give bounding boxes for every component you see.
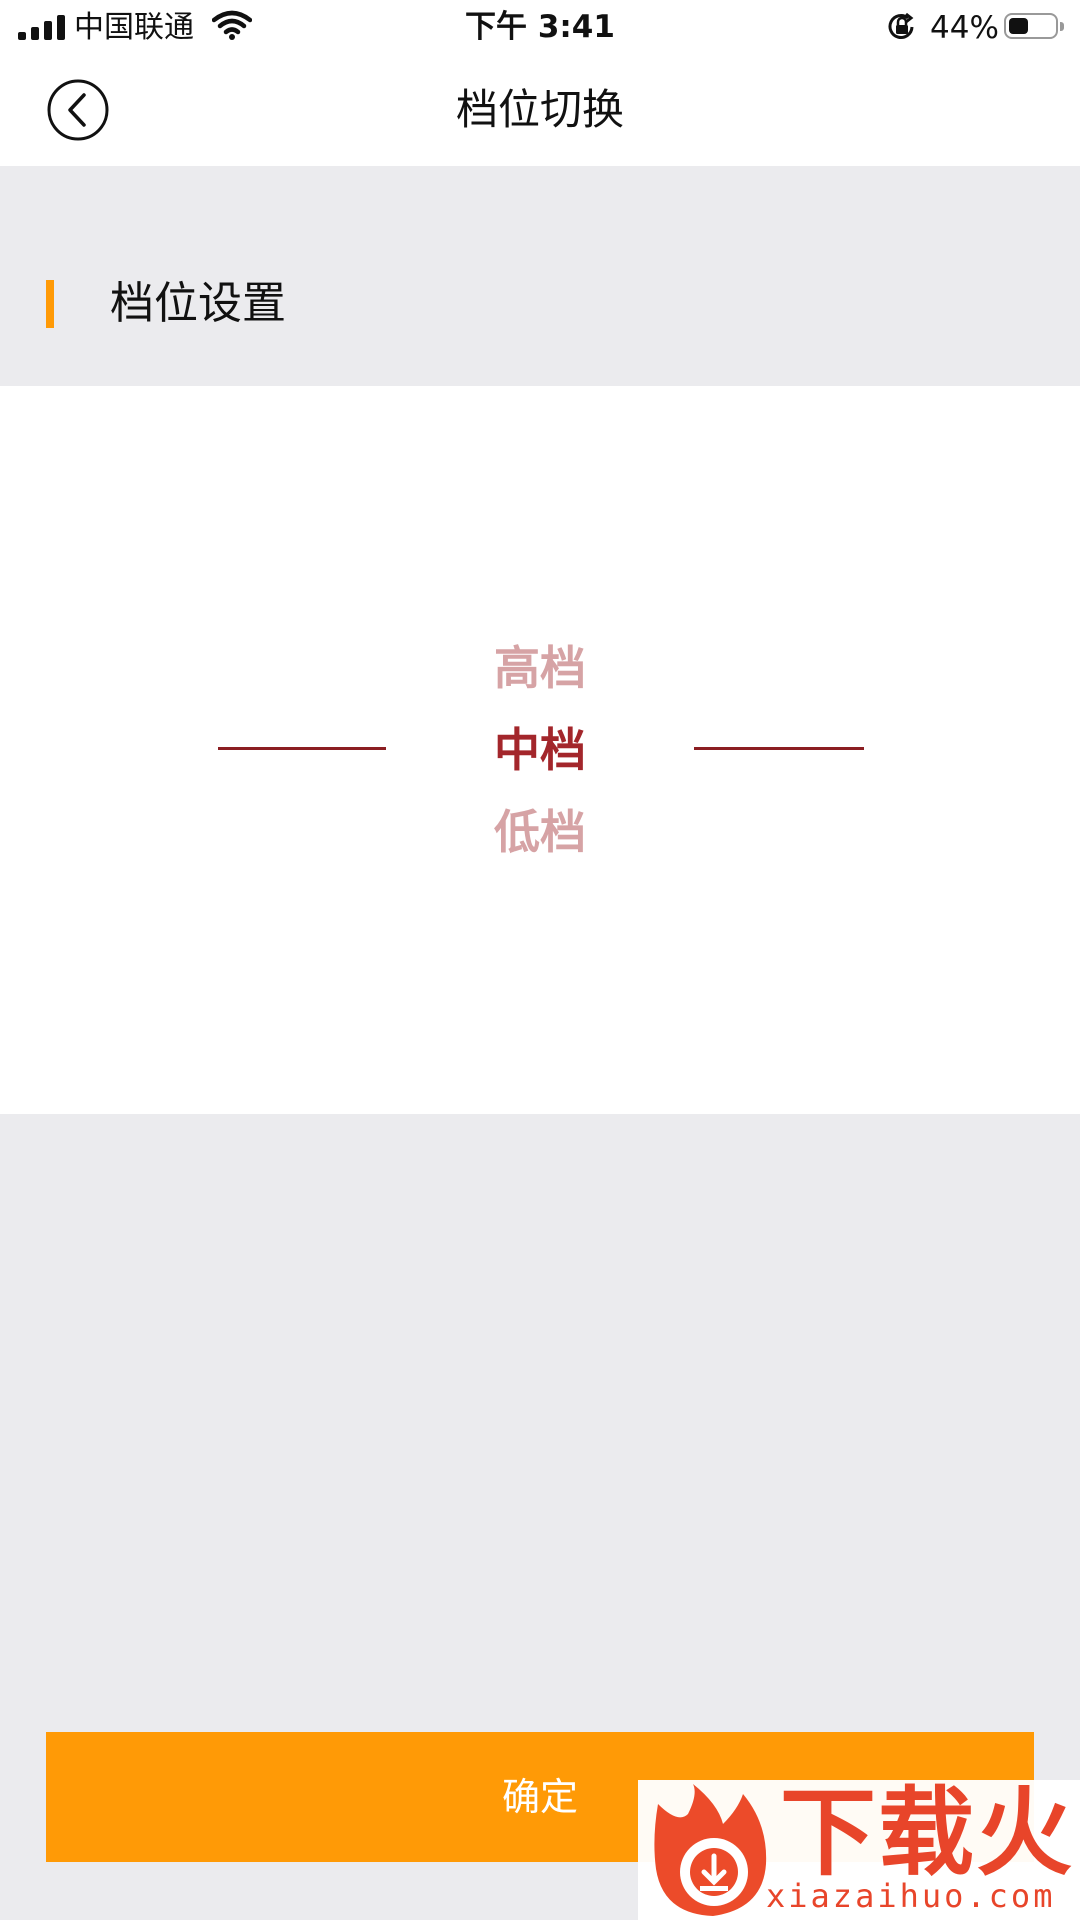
picker-option-high[interactable]: 高档 (0, 638, 1080, 698)
back-chevron-icon (47, 79, 109, 141)
section-header: 档位设置 (0, 166, 1080, 386)
status-time: 下午 3:41 (465, 9, 615, 45)
watermark-brand: 下载火 (780, 1777, 1074, 1889)
page-title: 档位切换 (455, 85, 624, 134)
section-title: 档位设置 (110, 278, 286, 329)
flame-logo-icon (648, 1784, 778, 1920)
battery-percent: 44% (930, 10, 999, 46)
watermark-logo: 下载火 xiazaihuo.com (638, 1777, 1080, 1920)
navigation-bar: 档位切换 (0, 54, 1080, 166)
gear-picker[interactable]: 高档 中档 低档 (0, 386, 1080, 1114)
battery-icon (1004, 13, 1064, 39)
status-bar: 中国联通 下午 3:41 44% (0, 0, 1080, 54)
app-screen: 中国联通 下午 3:41 44% 档位切换 档位设置 高档 中档 低档 确定 下… (0, 0, 1080, 1920)
watermark-url: xiazaihuo.com (766, 1877, 1056, 1915)
picker-option-low[interactable]: 低档 (0, 802, 1080, 862)
section-accent-bar (46, 280, 54, 328)
orientation-lock-icon (886, 12, 918, 46)
back-button[interactable] (46, 78, 110, 142)
picker-option-medium[interactable]: 中档 (0, 720, 1080, 780)
